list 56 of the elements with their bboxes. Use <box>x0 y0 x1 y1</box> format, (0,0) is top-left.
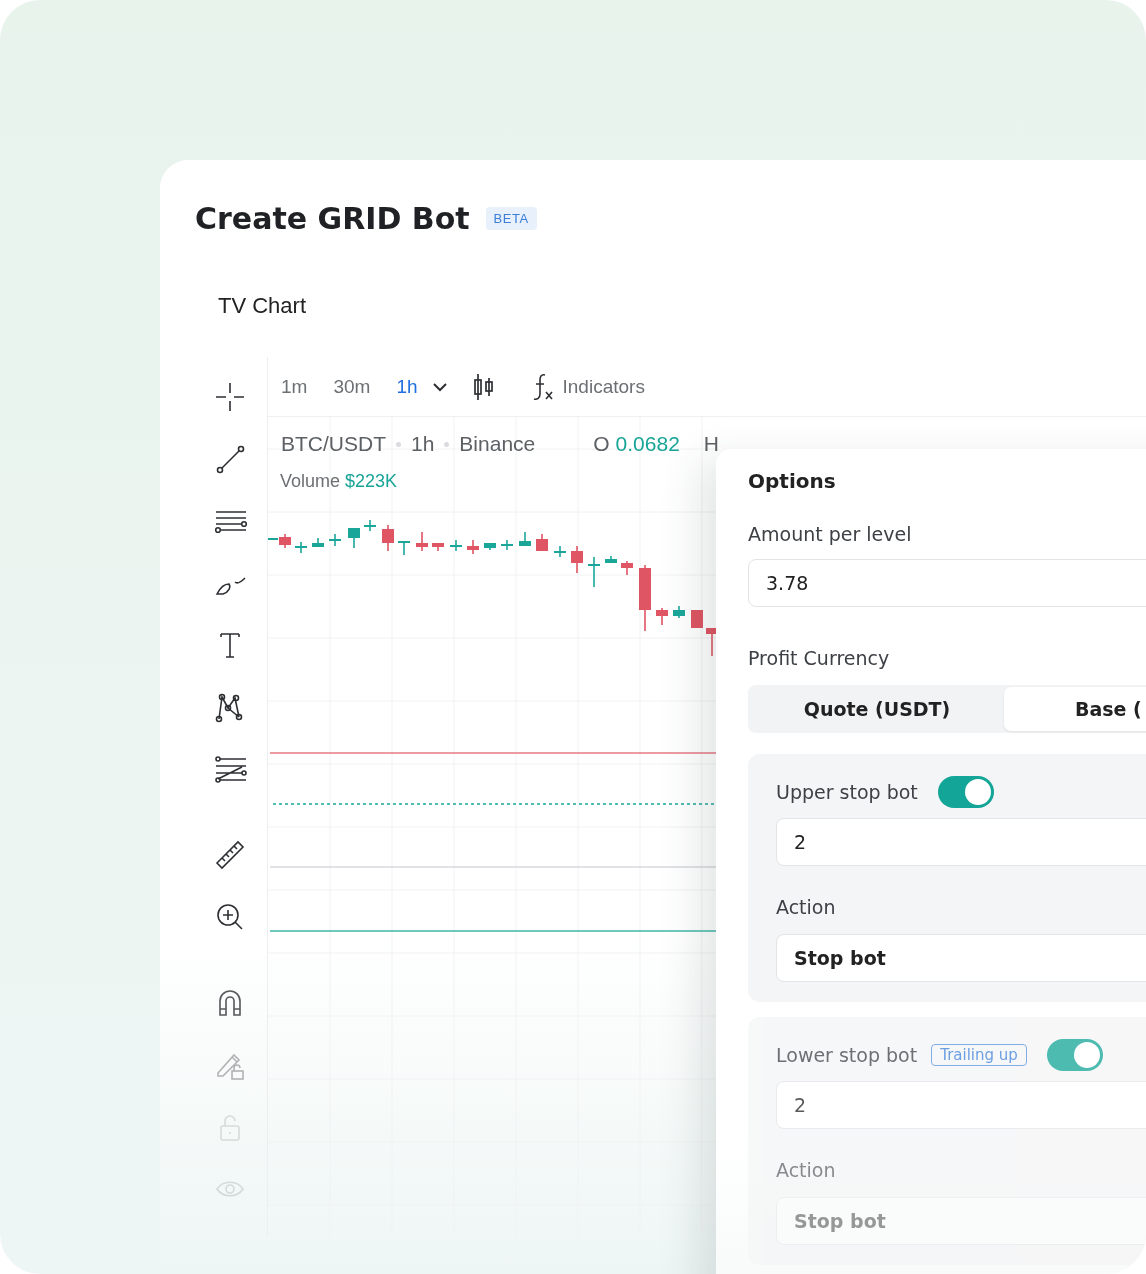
volume-value: $223K <box>345 471 398 492</box>
candle <box>605 555 617 564</box>
candle <box>416 531 428 552</box>
candle <box>571 545 583 574</box>
amount-label: Amount per level <box>748 523 913 547</box>
timeframe-tab[interactable]: 1h <box>383 375 431 398</box>
currency-option[interactable]: Base ( <box>1004 687 1146 731</box>
candle <box>639 564 651 632</box>
toggle-switch[interactable] <box>937 776 994 808</box>
high-label: H <box>703 432 719 456</box>
timeframe-tab[interactable]: 30m <box>320 375 384 398</box>
beta-badge: BETA <box>485 206 537 230</box>
options-title: Options <box>748 469 837 495</box>
amount-field[interactable]: 3.78 <box>748 559 1146 607</box>
candle <box>588 556 600 588</box>
stop-value-field[interactable]: 2 <box>776 1081 1146 1129</box>
action-label: Action <box>776 1159 837 1183</box>
candle <box>432 542 444 552</box>
candle <box>449 539 463 552</box>
candle <box>673 605 685 619</box>
candle <box>621 560 633 576</box>
currency-option[interactable]: Quote (USDT) <box>750 687 1004 731</box>
trailing-badge: Trailing up <box>931 1044 1027 1066</box>
candle <box>312 537 324 548</box>
interval-label: 1h <box>411 432 435 456</box>
candle <box>536 533 548 552</box>
stop-value-field[interactable]: 2 <box>776 818 1146 866</box>
open-value: 0.0682 <box>615 432 680 456</box>
timeframe-tab[interactable]: 1m <box>268 375 321 398</box>
candle <box>467 539 479 555</box>
candle <box>397 541 411 556</box>
action-select[interactable]: Stop bot <box>776 934 1146 982</box>
candle <box>691 609 703 629</box>
section-title: TV Chart <box>218 293 308 319</box>
candle <box>519 531 531 547</box>
exchange-label: Binance <box>459 432 536 456</box>
toggle-switch[interactable] <box>1046 1039 1103 1071</box>
stop-label: Upper stop bot <box>776 781 918 803</box>
indicators-button[interactable]: Indicators <box>562 375 645 398</box>
profit-currency-label: Profit Currency <box>748 647 891 671</box>
stop-label: Lower stop bot <box>776 1044 918 1066</box>
candle <box>348 527 360 549</box>
candle <box>500 539 514 551</box>
candle <box>363 519 377 532</box>
candle <box>484 542 496 551</box>
open-label: O <box>593 432 610 456</box>
candle <box>706 627 716 657</box>
action-label: Action <box>776 896 837 920</box>
volume-label: Volume <box>280 471 341 492</box>
symbol-label: BTC/USDT <box>281 432 386 456</box>
candle <box>328 533 342 547</box>
candle <box>382 524 394 552</box>
candle <box>294 541 308 554</box>
page-title: Create GRID Bot <box>195 200 470 236</box>
candle <box>553 545 567 558</box>
candle <box>656 607 668 626</box>
